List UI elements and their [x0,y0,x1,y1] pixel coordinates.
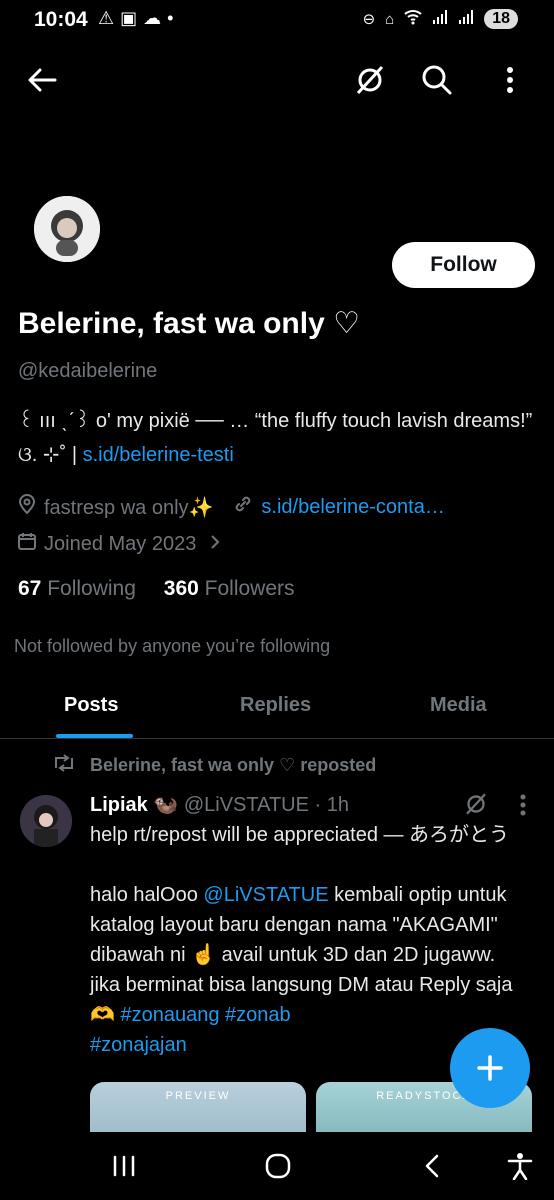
signal-icon [432,9,448,29]
back-icon[interactable] [412,1146,452,1186]
followers-label: Followers [204,577,295,600]
battery-indicator: 18 [484,9,518,29]
hashtag-zonab[interactable]: #zonab [225,1004,291,1026]
sleep-icon: ⌂ [385,10,395,28]
post-author-name[interactable]: Lipiak 🦦 [90,794,178,816]
dnd-icon: ⊖ [362,11,376,28]
media-label: PREVIEW [165,1090,231,1102]
website-link[interactable]: s.id/belerine-conta… [261,496,444,519]
hashtag-zonajajan[interactable]: #zonajajan [90,1034,187,1056]
bio-link[interactable]: s.id/belerine-testi [83,444,234,466]
plus-icon [477,1055,503,1081]
post-body: help rt/repost will be appreciated ― あろが… [90,820,530,1060]
location-text: fastresp wa only✨ [44,496,214,519]
post-line1: help rt/repost will be appreciated ― あろが… [90,824,510,846]
tab-posts[interactable]: Posts [64,694,118,717]
tab-media[interactable]: Media [430,694,487,717]
tab-replies[interactable]: Replies [240,694,311,717]
repost-line: Belerine, fast wa only ♡ reposted [52,754,376,777]
wifi-icon [404,9,422,29]
following-label: Following [47,577,136,600]
post-mention[interactable]: @LiVSTATUE [203,884,328,906]
more-vertical-icon[interactable] [520,794,526,822]
joined-text: Joined May 2023 [44,532,197,555]
link-icon [233,494,253,520]
compose-post-button[interactable] [450,1028,530,1108]
back-arrow-icon[interactable] [22,60,62,100]
status-bar: 10:04 ⚠▣☁• ⊖ ⌂ 18 [0,0,554,44]
accessibility-icon[interactable] [500,1146,540,1186]
active-tab-indicator [56,734,133,738]
status-right-icons: ⊖ ⌂ 18 [363,9,518,29]
search-icon[interactable] [417,60,457,100]
following-link[interactable]: 67 Following [18,577,136,600]
post-time: · 1h [314,794,349,816]
followers-link[interactable]: 360 Followers [164,577,295,600]
location-icon [18,494,36,520]
more-vertical-icon[interactable] [490,60,530,100]
repost-text: Belerine, fast wa only ♡ reposted [90,755,377,775]
home-icon[interactable] [258,1146,298,1186]
grok-icon[interactable] [350,60,390,100]
repost-icon [52,754,76,777]
profile-meta-row: fastresp wa only✨ s.id/belerine-conta… [18,494,445,520]
hashtag-zonauang[interactable]: #zonauang [120,1004,219,1026]
post-text-start: halo halOoo [90,884,204,906]
grok-icon[interactable] [464,792,488,821]
status-time: 10:04 [34,8,88,31]
joined-row[interactable]: Joined May 2023 [18,532,220,556]
bio: ꒰ ııı ˎˊ꒱ o' my pixië ── … “the fluffy t… [18,404,538,472]
profile-avatar[interactable] [34,196,100,262]
system-navbar [0,1132,554,1200]
not-followed-text: Not followed by anyone you’re following [14,636,331,656]
post-author-handle[interactable]: @LiVSTATUE [184,794,309,816]
status-left-icons: ⚠▣☁• [98,8,179,29]
display-name: Belerine, fast wa only ♡ [18,307,360,340]
handle: @kedaibelerine [18,360,158,382]
profile-tabs: Posts Replies Media [0,690,554,739]
following-count: 67 [18,577,42,600]
dot-icon: • [167,8,180,28]
warning-icon: ⚠ [98,8,121,28]
screen-record-icon: ▣ [120,8,144,28]
signal-icon [458,9,474,29]
calendar-icon [18,532,36,556]
recent-apps-icon[interactable] [104,1146,144,1186]
followers-count: 360 [163,577,199,600]
post-header: Lipiak 🦦 @LiVSTATUE · 1h [90,792,349,817]
chevron-right-icon [210,533,220,556]
follow-button[interactable]: Follow [392,242,535,288]
follow-counts: 67 Following 360 Followers [18,577,295,601]
weather-icon: ☁ [143,8,168,28]
post-avatar[interactable] [20,795,72,847]
